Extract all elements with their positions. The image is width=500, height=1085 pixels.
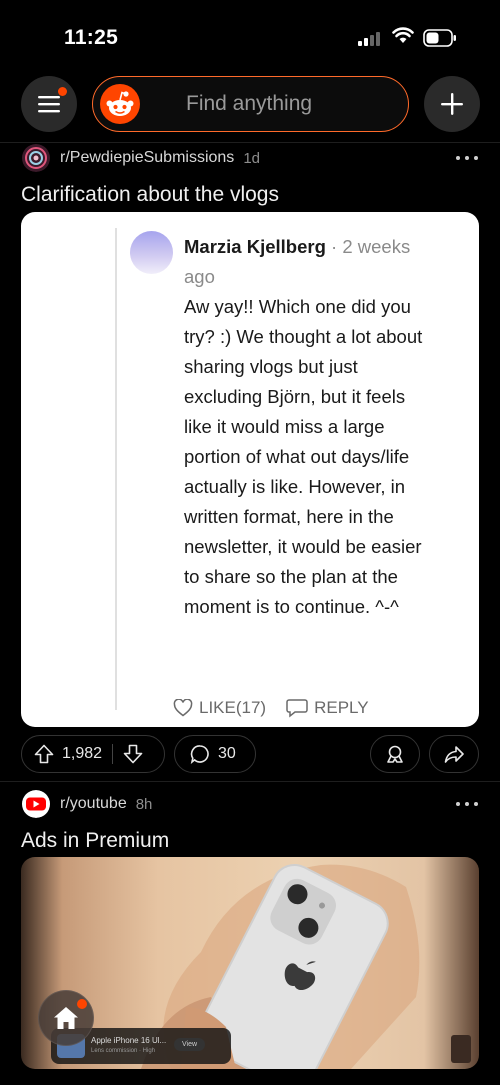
create-post-button[interactable] — [424, 76, 480, 132]
mini-player-title: Apple iPhone 16 Ul... — [91, 1036, 167, 1045]
vote-count: 1,982 — [62, 745, 103, 762]
more-options-icon[interactable] — [456, 153, 478, 163]
comment-separator: · — [325, 236, 343, 257]
mini-player-view-button[interactable]: View — [174, 1038, 206, 1051]
comment-text: Aw yay!! Which one did you try? :) We th… — [184, 296, 423, 617]
heart-icon — [173, 699, 193, 717]
share-icon — [444, 746, 464, 763]
post-media-image[interactable]: Apple iPhone 16 Ul... Lens commission · … — [21, 857, 479, 1069]
post-meta: r/PewdiepieSubmissions 1d — [21, 144, 260, 172]
search-input[interactable]: Find anything — [186, 92, 312, 116]
post-title-2[interactable]: Ads in Premium — [21, 829, 169, 853]
upvote-icon[interactable] — [34, 744, 54, 764]
downvote-icon[interactable] — [123, 744, 143, 764]
post-age-2: 8h — [135, 795, 153, 813]
award-icon — [387, 745, 403, 763]
comment-count: 30 — [218, 745, 236, 762]
battery-icon — [423, 29, 456, 47]
post-age: 1d — [243, 149, 260, 167]
menu-button[interactable] — [21, 76, 77, 132]
mini-player-subtitle: Lens commission · High — [91, 1048, 156, 1054]
home-icon — [54, 1007, 78, 1029]
post-meta-2: r/youtube 8h — [21, 790, 152, 818]
reply-label: REPLY — [314, 698, 369, 717]
comment-body: Marzia Kjellberg · 2 weeks ago Aw yay!! … — [184, 232, 429, 622]
share-button[interactable] — [429, 735, 479, 773]
status-time: 11:25 — [64, 26, 119, 49]
subreddit-avatar[interactable] — [21, 144, 51, 172]
speech-bubble-icon — [286, 699, 308, 718]
comments-button[interactable]: 30 — [174, 735, 256, 773]
status-bar: 11:25 — [0, 0, 500, 70]
youtube-subreddit-icon[interactable] — [21, 790, 51, 818]
vote-pill: 1,982 — [21, 735, 165, 773]
post-title[interactable]: Clarification about the vlogs — [21, 183, 279, 207]
search-bar[interactable]: Find anything — [92, 76, 409, 132]
commenter-avatar — [130, 231, 173, 274]
reddit-logo-icon — [100, 84, 140, 124]
home-button[interactable] — [38, 990, 94, 1046]
more-options-icon-2[interactable] — [456, 799, 478, 809]
thread-line — [115, 228, 117, 710]
home-notification-dot — [77, 999, 87, 1009]
plus-icon — [441, 93, 463, 115]
comment-card[interactable]: Marzia Kjellberg · 2 weeks ago Aw yay!! … — [21, 212, 479, 727]
hamburger-menu-icon — [38, 96, 60, 113]
cellular-signal-icon — [358, 30, 384, 46]
comment-actions: LIKE (17) REPLY — [173, 695, 369, 721]
post-divider — [0, 781, 500, 782]
notification-dot — [58, 87, 67, 96]
like-count: (17) — [235, 698, 267, 717]
subreddit-name-2[interactable]: r/youtube — [60, 795, 127, 813]
like-label: LIKE — [199, 698, 236, 717]
comment-author: Marzia Kjellberg — [184, 236, 326, 257]
like-button: LIKE (17) — [173, 698, 266, 718]
wifi-icon — [392, 27, 414, 43]
comment-icon — [190, 745, 209, 764]
award-button[interactable] — [370, 735, 420, 773]
reply-button: REPLY — [286, 698, 369, 718]
vote-separator — [112, 744, 114, 764]
header-divider — [0, 142, 500, 143]
subreddit-name[interactable]: r/PewdiepieSubmissions — [60, 149, 234, 167]
